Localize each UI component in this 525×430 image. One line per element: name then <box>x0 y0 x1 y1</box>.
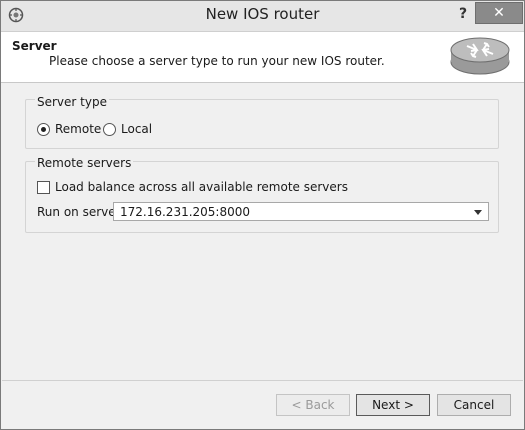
router-icon <box>450 37 510 75</box>
local-radio-label[interactable]: Local <box>121 122 152 136</box>
footer-divider <box>2 380 523 381</box>
remote-radio-label[interactable]: Remote <box>55 122 101 136</box>
server-type-legend: Server type <box>35 95 109 109</box>
run-on-server-value: 172.16.231.205:8000 <box>120 205 251 219</box>
cancel-button[interactable]: Cancel <box>437 394 511 416</box>
close-button[interactable]: ✕ <box>475 2 523 24</box>
local-radio[interactable] <box>103 123 116 136</box>
remote-servers-legend: Remote servers <box>35 156 134 170</box>
next-button[interactable]: Next > <box>356 394 430 416</box>
title-bar: New IOS router ? ✕ <box>1 1 524 32</box>
help-button[interactable]: ? <box>451 3 475 25</box>
remote-radio[interactable] <box>37 123 50 136</box>
wizard-header: Server Please choose a server type to ru… <box>1 32 524 83</box>
remote-servers-group <box>25 161 499 233</box>
chevron-down-icon[interactable] <box>474 210 482 215</box>
load-balance-checkbox[interactable] <box>37 181 50 194</box>
page-title: Server <box>12 39 57 53</box>
run-on-server-select[interactable]: 172.16.231.205:8000 <box>113 202 489 221</box>
window-title: New IOS router <box>205 5 320 23</box>
page-subtitle: Please choose a server type to run your … <box>49 54 385 68</box>
run-on-server-label: Run on server: <box>37 205 125 219</box>
dialog-window: New IOS router ? ✕ Server Please choose … <box>0 0 525 430</box>
radio-selected-dot <box>41 127 46 132</box>
load-balance-label[interactable]: Load balance across all available remote… <box>55 180 348 194</box>
back-button[interactable]: < Back <box>276 394 350 416</box>
